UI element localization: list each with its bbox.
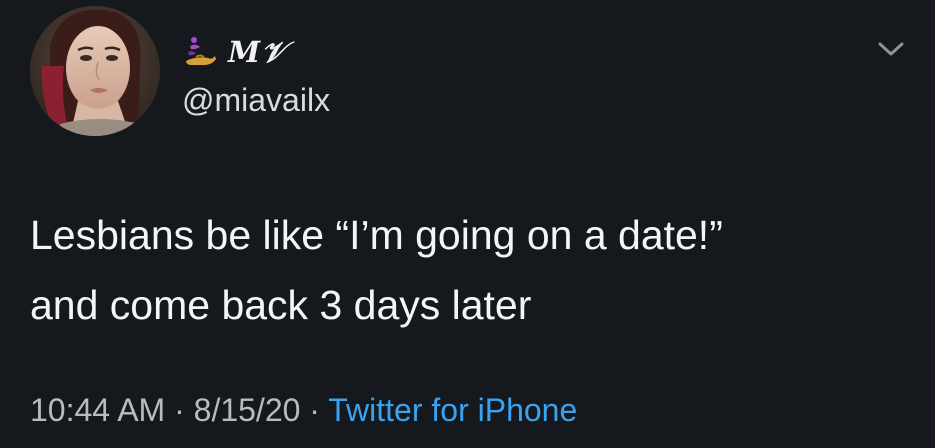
user-handle[interactable]: @miavailx — [182, 82, 330, 119]
genie-lamp-emoji-icon — [182, 34, 218, 70]
tweet-source-link[interactable]: Twitter for iPhone — [328, 392, 577, 428]
meta-separator: · — [165, 392, 194, 428]
avatar[interactable] — [30, 6, 160, 136]
chevron-down-icon[interactable] — [872, 36, 910, 62]
tweet-text-line: and come back 3 days later — [30, 282, 532, 328]
tweet-time[interactable]: 10:44 AM — [30, 392, 165, 428]
meta-separator: · — [300, 392, 329, 428]
avatar-photo — [30, 6, 160, 136]
author-name-row[interactable]: M𝒱 — [182, 34, 286, 70]
tweet-meta: 10:44 AM · 8/15/20 · Twitter for iPhone — [30, 392, 577, 429]
tweet-date[interactable]: 8/15/20 — [194, 392, 301, 428]
tweet-text: Lesbians be like “I’m going on a date!” … — [30, 200, 920, 340]
tweet-card: M𝒱 @miavailx Lesbians be like “I’m going… — [0, 0, 935, 448]
tweet-text-line: Lesbians be like “I’m going on a date!” — [30, 212, 723, 258]
display-name: M𝒱 — [228, 34, 287, 69]
